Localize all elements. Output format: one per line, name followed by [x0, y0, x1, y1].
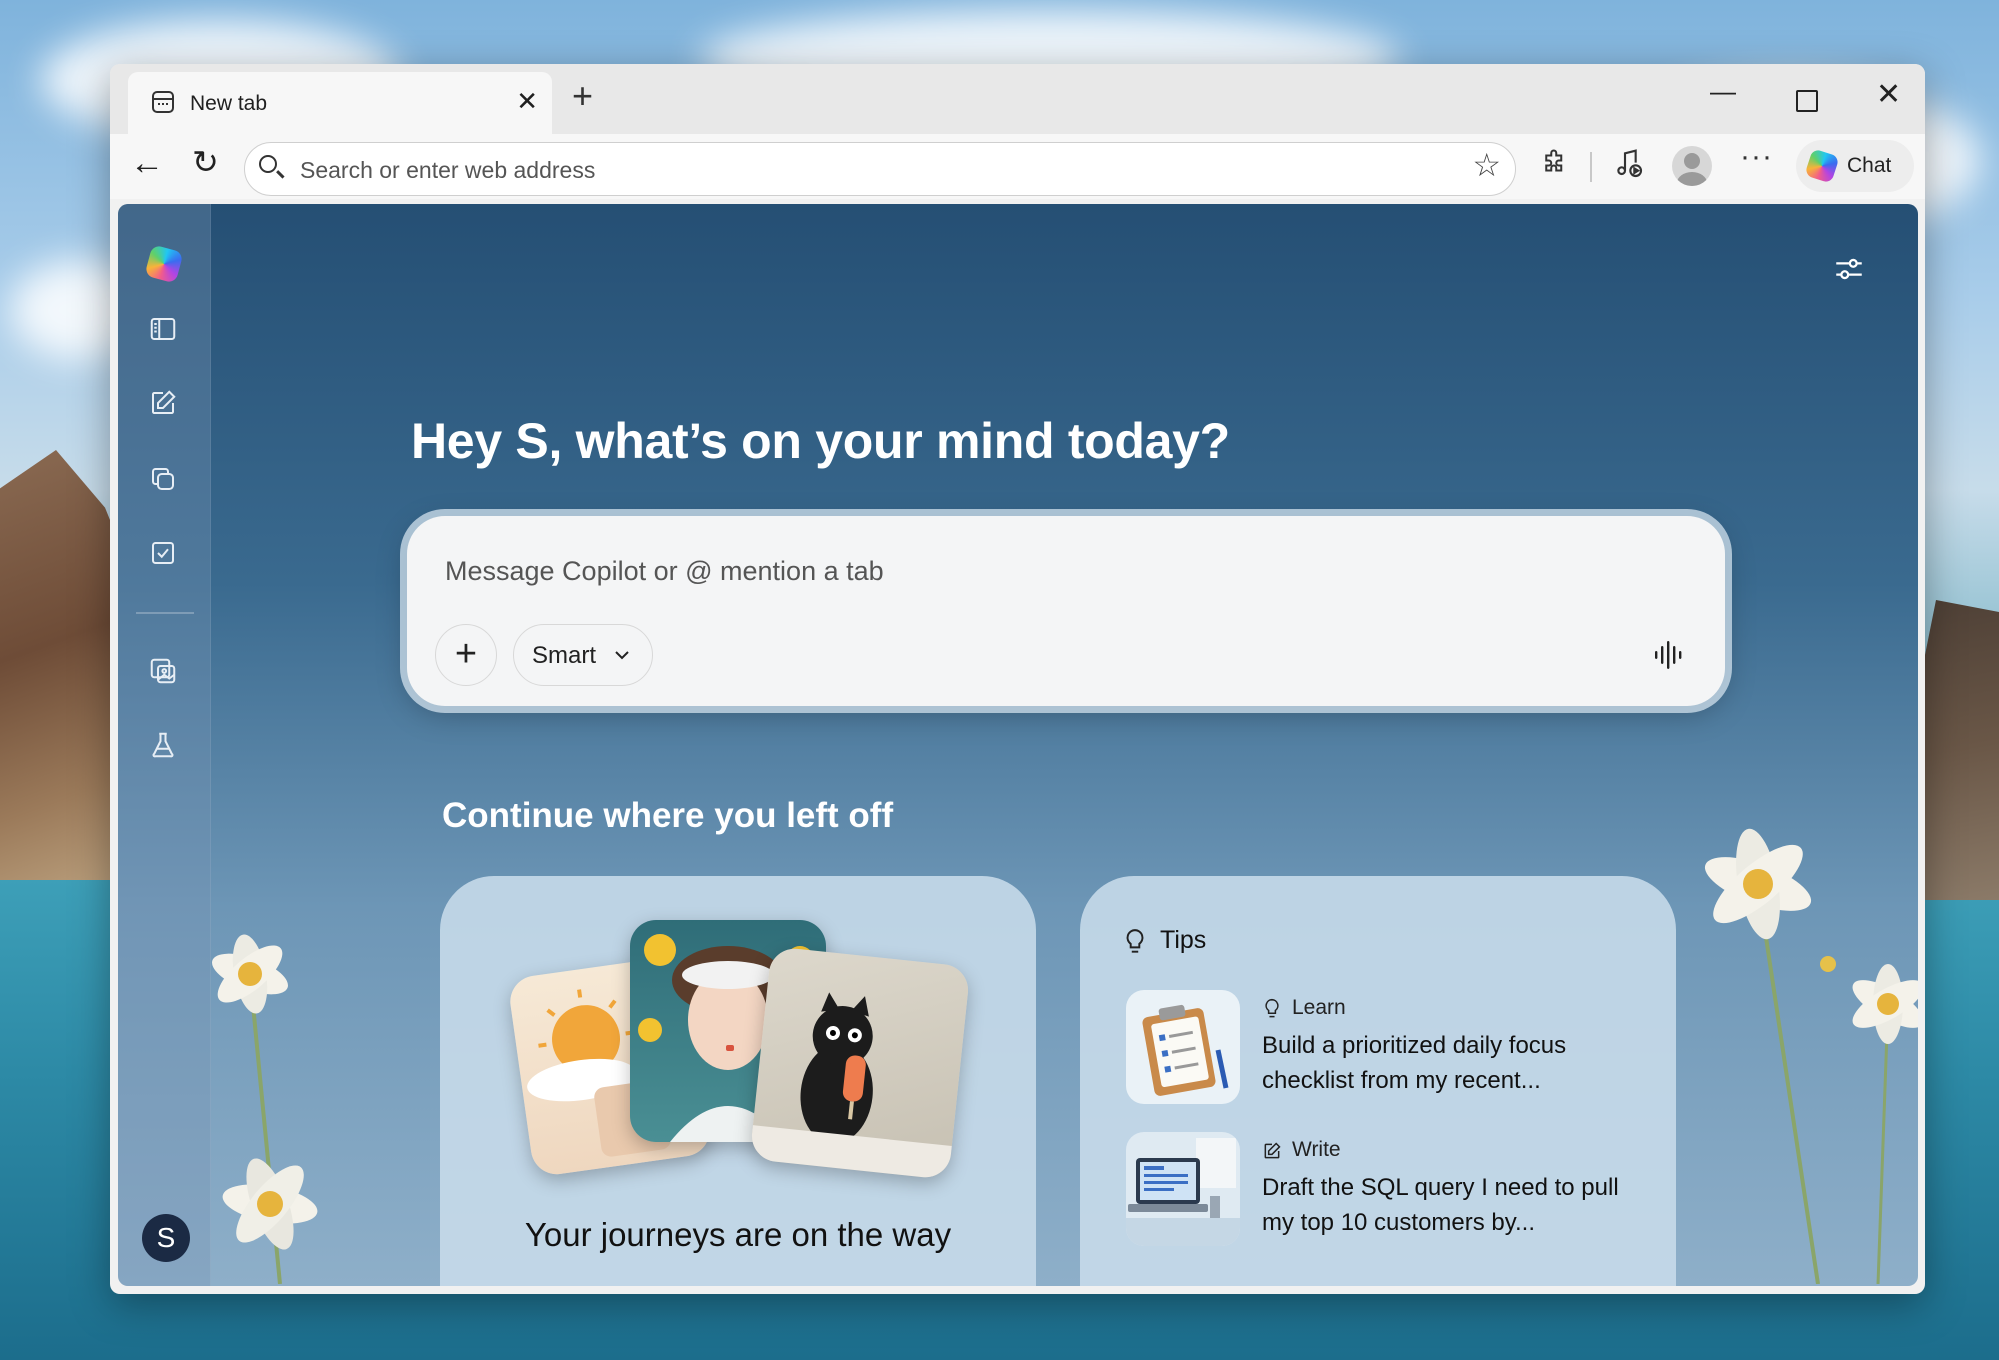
- mode-selector[interactable]: Smart: [513, 624, 653, 686]
- address-placeholder: Search or enter web address: [300, 157, 596, 183]
- image-create-icon[interactable]: [148, 656, 178, 686]
- journeys-caption: Your journeys are on the way: [524, 1216, 952, 1253]
- tab-close-button[interactable]: ✕: [516, 88, 538, 114]
- message-input[interactable]: Message Copilot or @ mention a tab: [445, 556, 884, 587]
- profile-icon[interactable]: [1672, 146, 1712, 186]
- tab-title: New tab: [190, 92, 268, 115]
- journeys-illustration: [506, 920, 971, 1190]
- greeting-heading: Hey S, what’s on your mind today?: [411, 413, 1230, 469]
- flower-decoration-right: [1704, 828, 1918, 1284]
- close-window-button[interactable]: ✕: [1876, 80, 1901, 110]
- reload-icon[interactable]: ↻: [192, 146, 219, 178]
- media-control-icon[interactable]: [1613, 148, 1645, 186]
- chat-label: Chat: [1847, 154, 1892, 177]
- copilot-logo-icon: [1804, 148, 1840, 184]
- write-icon: [1264, 1142, 1281, 1159]
- title-bar: New tab ✕ + — ✕: [110, 64, 1925, 134]
- pages-icon[interactable]: [148, 464, 178, 494]
- browser-window: New tab ✕ + — ✕ ← ↻ Search or enter web …: [110, 64, 1925, 1294]
- tip-kind: Write: [1292, 1138, 1341, 1161]
- tip-text: Build a prioritized daily focus checklis…: [1262, 1032, 1567, 1094]
- tab-new-tab[interactable]: New tab ✕: [128, 72, 552, 134]
- tip-item[interactable]: Learn Build a prioritized daily focus ch…: [1126, 990, 1646, 1106]
- tip-text: Draft the SQL query I need to pull my to…: [1262, 1174, 1619, 1236]
- lightbulb-icon: [1126, 929, 1144, 953]
- tasks-icon[interactable]: [148, 538, 178, 568]
- tip-thumbnail: [1126, 1132, 1240, 1246]
- favorite-star-icon[interactable]: ☆: [1472, 149, 1501, 181]
- copilot-logo-icon[interactable]: [144, 244, 184, 284]
- tip-kind: Learn: [1292, 996, 1346, 1019]
- labs-flask-icon[interactable]: [148, 730, 178, 760]
- chevron-down-icon: [615, 651, 629, 660]
- sidebar-toggle-icon[interactable]: [148, 314, 178, 344]
- address-bar[interactable]: Search or enter web address ☆: [244, 142, 1516, 196]
- tab-page-icon: [152, 91, 174, 113]
- copilot-sidebar: S: [118, 204, 211, 1286]
- more-icon[interactable]: ···: [1740, 142, 1773, 172]
- tip-thumbnail: [1126, 990, 1240, 1104]
- toolbar-divider: [1590, 152, 1592, 182]
- browser-toolbar: ← ↻ Search or enter web address ☆ ··· Ch…: [110, 134, 1925, 199]
- search-icon: [259, 155, 277, 173]
- add-attachment-button[interactable]: +: [435, 624, 497, 686]
- compose-icon[interactable]: [148, 388, 178, 418]
- tips-card: Tips Learn Build a prioritized daily foc…: [1080, 876, 1676, 1286]
- tip-item[interactable]: Write Draft the SQL query I need to pull…: [1126, 1132, 1646, 1248]
- sidebar-divider: [136, 612, 194, 614]
- tips-header: Tips: [1160, 926, 1207, 954]
- extensions-icon[interactable]: [1540, 148, 1570, 184]
- journeys-card[interactable]: Your journeys are on the way: [440, 876, 1036, 1286]
- copilot-chat-button[interactable]: Chat: [1796, 140, 1914, 192]
- mode-label: Smart: [532, 642, 597, 669]
- flower-decoration: [212, 934, 318, 1284]
- lightbulb-icon: [1265, 998, 1279, 1018]
- continue-section-title: Continue where you left off: [442, 796, 894, 835]
- user-avatar[interactable]: S: [142, 1214, 190, 1262]
- copilot-composer[interactable]: Message Copilot or @ mention a tab + Sma…: [407, 516, 1725, 706]
- new-tab-button[interactable]: +: [572, 78, 593, 114]
- maximize-button[interactable]: [1796, 90, 1818, 112]
- back-arrow-icon[interactable]: ←: [130, 146, 164, 180]
- copilot-new-tab-page: S Hey S, what’s on your mind today? Mess…: [118, 204, 1918, 1286]
- voice-icon[interactable]: [1653, 640, 1685, 670]
- minimize-button[interactable]: —: [1710, 78, 1736, 104]
- settings-sliders-icon[interactable]: [1832, 252, 1866, 286]
